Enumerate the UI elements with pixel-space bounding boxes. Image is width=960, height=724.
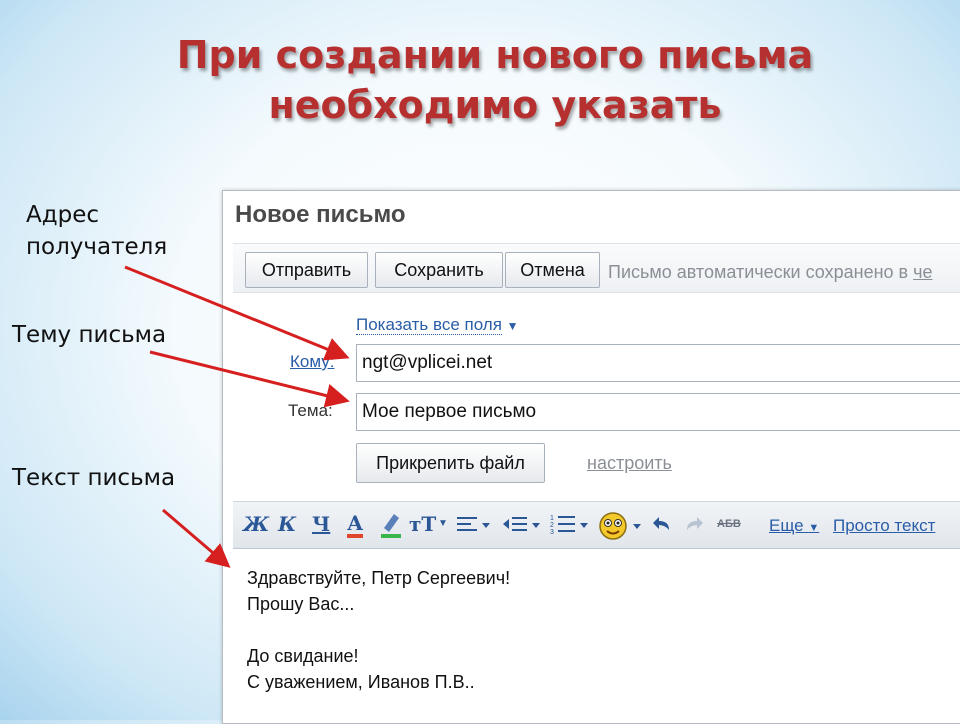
arrow-to-recipient — [124, 265, 350, 361]
arrow-to-subject — [149, 350, 350, 408]
arrow-to-message-text — [162, 508, 231, 568]
annotation-arrows — [124, 265, 350, 568]
